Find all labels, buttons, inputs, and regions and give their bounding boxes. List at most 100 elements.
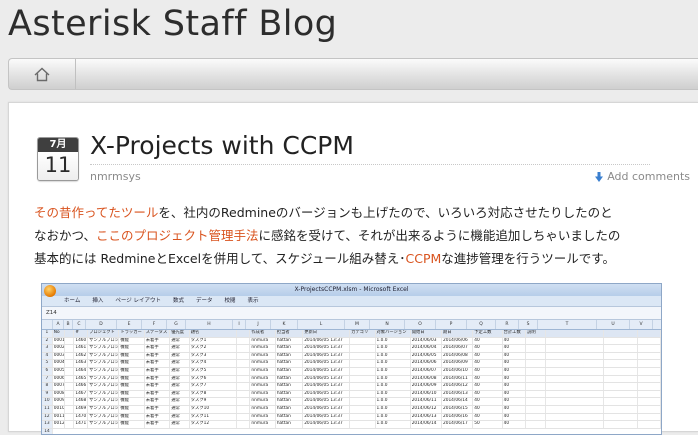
home-button[interactable] — [9, 59, 76, 89]
excel-cell — [638, 345, 661, 352]
excel-row-number — [42, 320, 53, 329]
paragraph-line-1: その昔作ってたツールを、社内のRedmineのバージョンも上げたので、いろいろ対… — [34, 205, 674, 221]
excel-cell — [526, 398, 546, 405]
excel-cell — [65, 337, 75, 345]
excel-cell — [65, 375, 75, 383]
excel-cell — [65, 383, 75, 390]
excel-cell: 2014/06/05 13:37 — [303, 345, 351, 352]
excel-cell: 0001 — [53, 337, 65, 345]
excel-cell: 未着手 — [145, 352, 171, 360]
excel-row: 100009 1468サンプルプロジェ機能未着手通常タスク9 nnmurahatta… — [42, 398, 661, 406]
excel-cell: 40 — [473, 360, 503, 367]
excel-cell: サンプルプロジェ — [89, 360, 120, 367]
excel-cell — [236, 330, 251, 337]
excel-cell: 未着手 — [145, 360, 171, 367]
excel-cell — [638, 352, 661, 360]
excel-cell: hattan — [276, 375, 304, 383]
excel-cell: nnmura — [250, 413, 276, 421]
excel-cell: 1.0.0 — [376, 421, 411, 428]
excel-cell: 1.0.0 — [376, 367, 411, 375]
excel-column-header-row: ABCDEFGHIJKLMNOPQRSTUV — [42, 320, 661, 330]
excel-row-number: 13 — [42, 421, 53, 428]
excel-cell — [350, 421, 376, 428]
excel-cell: タスク11 — [190, 413, 237, 421]
excel-cell: R — [496, 320, 519, 329]
excel-cell: 2014/06/09 — [442, 360, 474, 367]
link-old-tool[interactable]: その昔作ってたツール — [34, 205, 158, 220]
excel-name-box: Z14 — [46, 310, 57, 316]
excel-cell: プロジェクト — [88, 330, 120, 337]
excel-row-number: 4 — [42, 352, 53, 360]
excel-cell: 0009 — [53, 398, 65, 405]
post-author[interactable]: nmrmsys — [90, 170, 141, 183]
excel-cell: 2014/06/05 — [411, 352, 442, 360]
site-title[interactable]: Asterisk Staff Blog — [8, 4, 337, 44]
excel-cell — [546, 390, 605, 398]
excel-cell — [526, 337, 546, 345]
excel-cell: 2014/06/05 13:37 — [303, 405, 351, 413]
excel-cell — [526, 383, 546, 390]
excel-cell: nnmura — [250, 390, 276, 398]
excel-cell: 未着手 — [145, 421, 171, 428]
excel-cell: nnmura — [250, 383, 276, 390]
excel-cell — [526, 421, 546, 428]
link-pm-method[interactable]: ここのプロジェクト管理手法 — [96, 228, 259, 243]
excel-cell: 40 — [503, 413, 527, 421]
excel-cell — [237, 398, 251, 405]
excel-cell: 0008 — [53, 390, 65, 398]
excel-cell: タスク3 — [190, 352, 237, 360]
excel-cell — [546, 405, 605, 413]
excel-cell: タスク5 — [190, 367, 237, 375]
excel-cell: タスク6 — [190, 375, 237, 383]
excel-cell — [350, 360, 376, 367]
excel-cell: 2014/06/05 13:37 — [303, 360, 351, 367]
excel-cell: 通常 — [170, 337, 190, 345]
excel-cell: 2014/06/05 13:37 — [303, 390, 351, 398]
excel-cell — [526, 367, 546, 375]
excel-row-number: 5 — [42, 360, 53, 367]
excel-cell: M — [345, 320, 370, 329]
excel-cell: 予定工数 — [473, 330, 503, 337]
excel-cell: 40 — [473, 398, 503, 405]
post-title[interactable]: X-Projects with CCPM — [90, 131, 354, 160]
excel-cell: 40 — [473, 383, 503, 390]
excel-cell — [638, 398, 661, 405]
excel-cell — [546, 383, 605, 390]
excel-cell — [546, 360, 605, 367]
excel-cell — [604, 421, 638, 428]
excel-cell: hattan — [276, 345, 304, 352]
link-ccpm[interactable]: CCPM — [405, 251, 441, 266]
excel-cell — [604, 383, 638, 390]
excel-cell: 未着手 — [145, 405, 171, 413]
excel-cell: 2014/06/10 — [411, 390, 442, 398]
excel-cell: U — [597, 320, 630, 329]
excel-cell: 2014/06/08 — [442, 352, 474, 360]
excel-cell: I — [233, 320, 246, 329]
excel-cell — [638, 375, 661, 383]
excel-ribbon-tab: 校閲 — [224, 298, 236, 304]
add-comments-link[interactable]: Add comments — [595, 170, 690, 183]
excel-cell: 1462 — [75, 352, 89, 360]
excel-cell: 1.0.0 — [376, 390, 411, 398]
excel-cell — [546, 398, 605, 405]
excel-cell: 機能 — [119, 360, 145, 367]
excel-cell: タスク10 — [190, 405, 237, 413]
excel-cell: サンプルプロジェ — [89, 352, 120, 360]
excel-row: 50004 1463サンプルプロジェ機能未着手通常タスク4 nnmurahattan… — [42, 360, 661, 368]
excel-screenshot-image[interactable]: X-ProjectsCCPM.xlsm - Microsoft Excel ホー… — [41, 283, 662, 435]
excel-cell: 通常 — [170, 352, 190, 360]
excel-cell — [237, 375, 251, 383]
excel-cell — [638, 360, 661, 367]
excel-cell: サンプルプロジェ — [89, 367, 120, 375]
excel-cell: 機能 — [119, 405, 145, 413]
excel-cell: 50 — [473, 421, 503, 428]
excel-cell: 未着手 — [145, 375, 171, 383]
excel-cell: 2014/06/13 — [411, 413, 442, 421]
paragraph-line-3: 基本的には RedmineとExcelを併用して、スケジュール組み替え･CCPM… — [34, 251, 674, 267]
excel-cell: No — [52, 330, 65, 337]
excel-cell: 対象バージョン — [375, 330, 411, 337]
excel-cell — [545, 330, 605, 337]
excel-cell: hattan — [276, 413, 304, 421]
post-card: 7月 11 X-Projects with CCPM nmrmsys Add c… — [8, 102, 698, 435]
excel-cell: 0006 — [53, 375, 65, 383]
